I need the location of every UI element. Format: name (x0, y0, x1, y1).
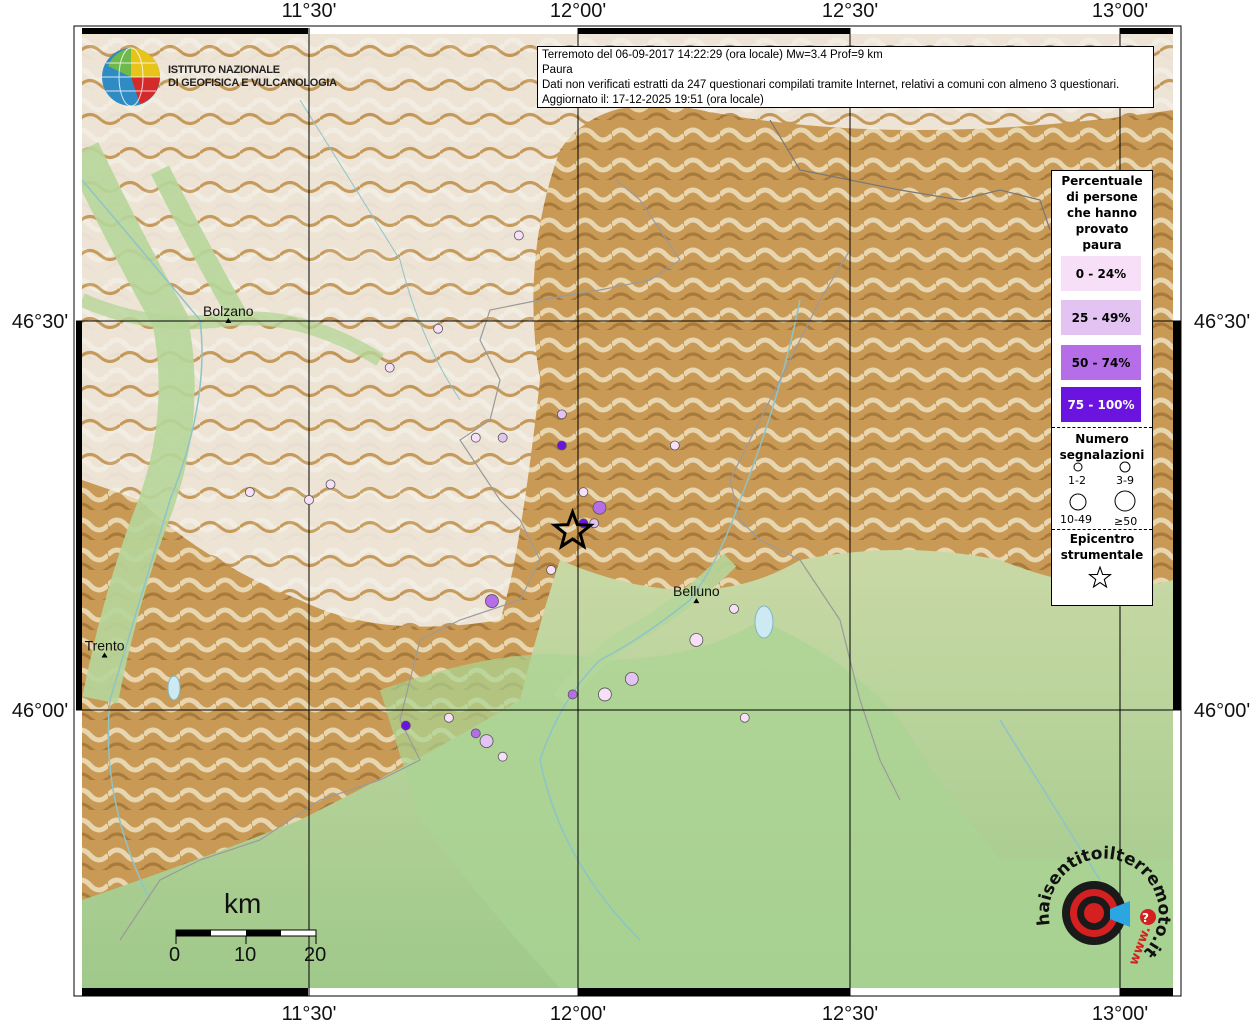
legend-title: Percentuale di persone che hanno provato… (1052, 173, 1152, 253)
scale-label: 0 (169, 944, 181, 966)
event-summary: Terremoto del 06-09-2017 14:22:29 (ora l… (542, 49, 883, 61)
report-point (729, 603, 739, 614)
report-point (669, 440, 680, 451)
report-point (497, 751, 508, 762)
haisentito-logo: ? haisentitoilterremoto.it www. (1034, 843, 1174, 967)
report-point (689, 633, 704, 647)
report-point (325, 479, 336, 490)
lat-label-left: 46°00' (12, 700, 68, 722)
report-point (433, 323, 444, 334)
report-point (244, 487, 255, 498)
legend-title-line: che hanno (1067, 206, 1137, 220)
legend-title-line: paura (1082, 238, 1122, 252)
report-point (567, 689, 578, 700)
report-point (479, 734, 494, 749)
report-point (556, 409, 567, 420)
ingv-name: ISTITUTO NAZIONALE DI GEOFISICA E VULCAN… (168, 64, 337, 90)
scale-title: km (224, 888, 262, 919)
ingv-name-line: DI GEOFISICA E VULCANOLOGIA (168, 77, 337, 89)
report-point (598, 687, 612, 702)
lat-label-right: 46°30' (1194, 311, 1250, 333)
scale-label: 20 (304, 944, 327, 966)
lat-label-right: 46°00' (1194, 700, 1250, 722)
frame-bar (578, 988, 850, 996)
report-point (400, 720, 411, 731)
city-label: Bolzano (203, 303, 254, 319)
lon-label-top: 12°00' (550, 0, 606, 22)
report-point (470, 728, 481, 739)
lat-label-left: 46°30' (12, 311, 68, 333)
frame-bar (82, 988, 308, 996)
ingv-name-line: ISTITUTO NAZIONALE (168, 64, 280, 76)
lon-label-bottom: 13°00' (1092, 1003, 1148, 1024)
legend-size-label: 10-49 (1060, 513, 1092, 526)
report-point (578, 487, 589, 498)
lon-label-bottom: 11°30' (282, 1003, 337, 1024)
report-point (739, 712, 750, 723)
report-point (304, 495, 314, 505)
lon-label-bottom: 12°00' (550, 1003, 606, 1024)
legend: Percentuale di persone che hanno provato… (1051, 170, 1153, 606)
city-label: Belluno (673, 583, 720, 599)
lon-label-top: 11°30' (282, 0, 337, 22)
report-point (470, 432, 481, 443)
legend-size-label: 3-9 (1116, 474, 1134, 487)
legend-title-line: provato (1075, 222, 1129, 236)
legend-divider (1052, 427, 1152, 428)
report-point (443, 712, 454, 723)
report-point (497, 432, 508, 443)
legend-size-title-line: Numero (1075, 432, 1129, 446)
terrain (82, 34, 1173, 988)
legend-epicenter-title-line: Epicentro (1069, 532, 1135, 546)
report-point (384, 362, 395, 373)
legend-size-label: 1-2 (1068, 474, 1086, 487)
legend-class-2: 50 - 74% (1061, 345, 1141, 380)
legend-title-line: di persone (1066, 190, 1138, 204)
data-disclaimer: Dati non verificati estratti da 247 ques… (542, 79, 1120, 91)
legend-class-3: 75 - 100% (1061, 387, 1141, 422)
report-point (556, 440, 567, 451)
legend-title-line: Percentuale (1061, 174, 1143, 188)
lon-label-top: 12°30' (822, 0, 878, 22)
scale-label: 10 (234, 944, 257, 966)
city-label: Trento (85, 638, 125, 654)
report-point (546, 565, 556, 575)
report-point (624, 671, 639, 686)
legend-size-label: ≥50 (1114, 515, 1138, 528)
update-timestamp: Aggiornato il: 17-12-2025 19:51 (ora loc… (542, 94, 764, 106)
legend-class-1: 25 - 49% (1061, 300, 1141, 335)
report-point (513, 230, 524, 241)
legend-epicenter-title: Epicentro strumentale (1052, 531, 1152, 563)
question-icon: ? (1142, 911, 1149, 925)
report-point (592, 500, 607, 515)
legend-class-0: 0 - 24% (1061, 256, 1141, 291)
frame-bar (1120, 988, 1173, 996)
lon-label-top: 13°00' (1092, 0, 1148, 22)
report-point (485, 594, 499, 608)
frame-bar (1173, 321, 1181, 710)
lon-label-bottom: 12°30' (822, 1003, 878, 1024)
legend-divider (1052, 529, 1152, 530)
map-parameter: Paura (542, 64, 573, 76)
star-icon (1088, 566, 1112, 588)
legend-epicenter-title-line: strumentale (1060, 548, 1144, 562)
legend-size-symbols (1069, 461, 1136, 512)
event-info-box: Terremoto del 06-09-2017 14:22:29 (ora l… (537, 46, 1154, 108)
